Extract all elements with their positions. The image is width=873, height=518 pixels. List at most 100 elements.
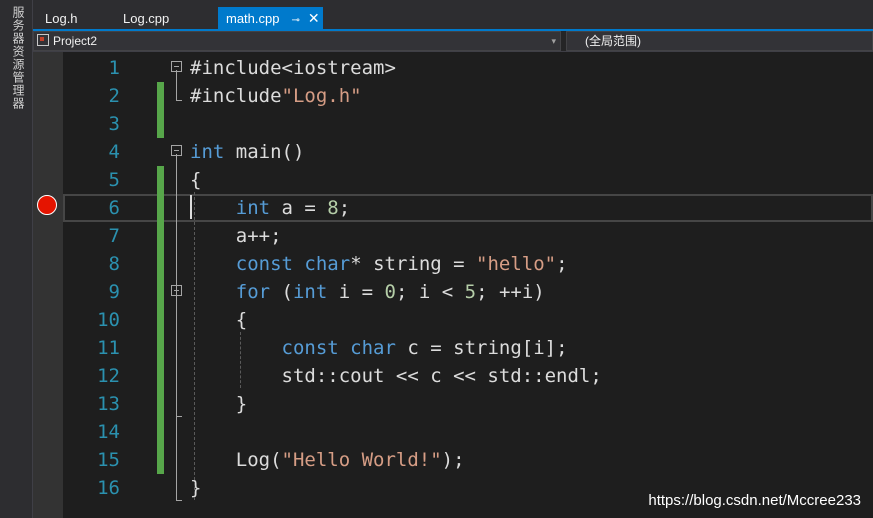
tab-label: Log.cpp — [123, 11, 170, 26]
code-token: } — [190, 477, 202, 499]
code-line[interactable]: 7 a++; — [63, 222, 873, 250]
code-line[interactable]: 14 — [63, 418, 873, 446]
code-token: main() — [224, 141, 305, 163]
line-number: 3 — [108, 113, 120, 135]
tab-label: Log.h — [45, 11, 78, 26]
code-text: int a = 8; — [190, 194, 350, 222]
change-indicator — [157, 334, 164, 362]
change-indicator — [157, 82, 164, 110]
indicator-margin[interactable] — [33, 52, 63, 518]
code-text: #include<iostream> — [190, 54, 396, 82]
code-line[interactable]: 15 Log("Hello World!"); — [63, 446, 873, 474]
line-number: 14 — [97, 421, 120, 443]
line-number: 2 — [108, 85, 120, 107]
change-indicator — [157, 390, 164, 418]
code-keyword: for — [235, 281, 271, 303]
change-indicator — [157, 362, 164, 390]
project-dropdown[interactable]: Project2 ▾ — [33, 31, 561, 51]
project-name: Project2 — [53, 34, 98, 48]
tab-log-h[interactable]: Log.h — [37, 7, 86, 30]
code-string: "Hello World!" — [281, 449, 442, 471]
tab-bar: Log.h Log.cpp math.cpp ⊸ ✕ — [33, 0, 873, 30]
code-line[interactable]: 9 for (int i = 0; i < 5; ++i) — [63, 278, 873, 306]
code-token: ; — [556, 253, 568, 275]
code-number: 0 — [384, 281, 396, 303]
line-number: 4 — [108, 141, 120, 163]
close-icon[interactable]: ✕ — [308, 10, 320, 26]
code-line[interactable]: 13 } — [63, 390, 873, 418]
code-text: } — [190, 474, 201, 502]
code-string: "hello" — [476, 253, 557, 275]
tab-label: math.cpp — [226, 11, 280, 26]
change-indicator — [157, 306, 164, 334]
code-editor[interactable]: 1 #include<iostream> 2 #include"Log.h" 3 4 int… — [63, 52, 873, 518]
code-text: a++; — [190, 222, 282, 250]
fold-line — [176, 70, 177, 100]
code-token: } — [190, 393, 248, 415]
line-number: 9 — [108, 281, 120, 303]
line-number: 6 — [108, 197, 120, 219]
code-keyword: char — [304, 253, 351, 275]
code-text: { — [190, 166, 201, 194]
server-explorer-strip[interactable]: 服务器资源管理器 — [0, 0, 33, 518]
code-token: std::cout << c << std::endl; — [190, 365, 602, 387]
change-indicator — [157, 110, 164, 138]
code-token: * string = — [350, 253, 477, 275]
line-number: 11 — [97, 337, 120, 359]
code-line[interactable]: 6 int a = 8; — [63, 194, 873, 222]
code-line[interactable]: 8 const char* string = "hello"; — [63, 250, 873, 278]
code-line[interactable]: 5{ — [63, 166, 873, 194]
code-line[interactable]: 1 #include<iostream> — [63, 54, 873, 82]
fold-line — [176, 294, 177, 416]
code-text: Log("Hello World!"); — [190, 446, 465, 474]
change-indicator — [157, 222, 164, 250]
line-number: 8 — [108, 253, 120, 275]
code-line[interactable]: 12 std::cout << c << std::endl; — [63, 362, 873, 390]
server-explorer-label[interactable]: 服务器资源管理器 — [10, 6, 27, 110]
chevron-down-icon[interactable]: ▾ — [551, 32, 556, 50]
fold-line — [176, 416, 182, 417]
code-token: ; i < — [395, 281, 465, 303]
code-text: std::cout << c << std::endl; — [190, 362, 602, 390]
text-caret — [190, 195, 192, 219]
line-number: 16 — [97, 477, 120, 499]
line-number: 13 — [97, 393, 120, 415]
change-indicator — [157, 166, 164, 194]
code-text: for (int i = 0; i < 5; ++i) — [190, 278, 545, 306]
tab-math-cpp[interactable]: math.cpp ⊸ ✕ — [218, 7, 323, 30]
code-token: ); — [441, 449, 465, 471]
code-token: c = string[i]; — [395, 337, 568, 359]
code-number: 5 — [464, 281, 477, 303]
code-token: a = — [270, 197, 328, 219]
scope-dropdown[interactable]: (全局范围) — [566, 31, 873, 51]
code-line[interactable]: 3 — [63, 110, 873, 138]
code-text: } — [190, 390, 247, 418]
line-number: 7 — [108, 225, 120, 247]
code-keyword: int — [292, 281, 328, 303]
fold-line — [176, 500, 182, 501]
code-text: const char* string = "hello"; — [190, 250, 568, 278]
code-keyword: int — [190, 141, 225, 163]
code-string: "Log.h" — [281, 85, 362, 107]
code-text: const char c = string[i]; — [190, 334, 568, 362]
code-keyword: char — [350, 337, 396, 359]
code-line[interactable]: 10 { — [63, 306, 873, 334]
code-token: ; — [338, 197, 351, 219]
pin-icon[interactable]: ⊸ — [291, 15, 299, 26]
code-line[interactable]: 11 const char c = string[i]; — [63, 334, 873, 362]
line-number: 10 — [97, 309, 120, 331]
code-text: { — [190, 306, 247, 334]
code-line[interactable]: 2 #include"Log.h" — [63, 82, 873, 110]
code-text: #include"Log.h" — [190, 82, 362, 110]
tab-log-cpp[interactable]: Log.cpp — [115, 7, 177, 30]
change-indicator — [157, 446, 164, 474]
code-number: 8 — [327, 197, 339, 219]
code-line[interactable]: 4 int main() — [63, 138, 873, 166]
code-keyword: const — [235, 253, 293, 275]
code-token: { — [190, 169, 202, 191]
code-token: { — [190, 309, 248, 331]
breakpoint-icon[interactable] — [37, 195, 57, 215]
